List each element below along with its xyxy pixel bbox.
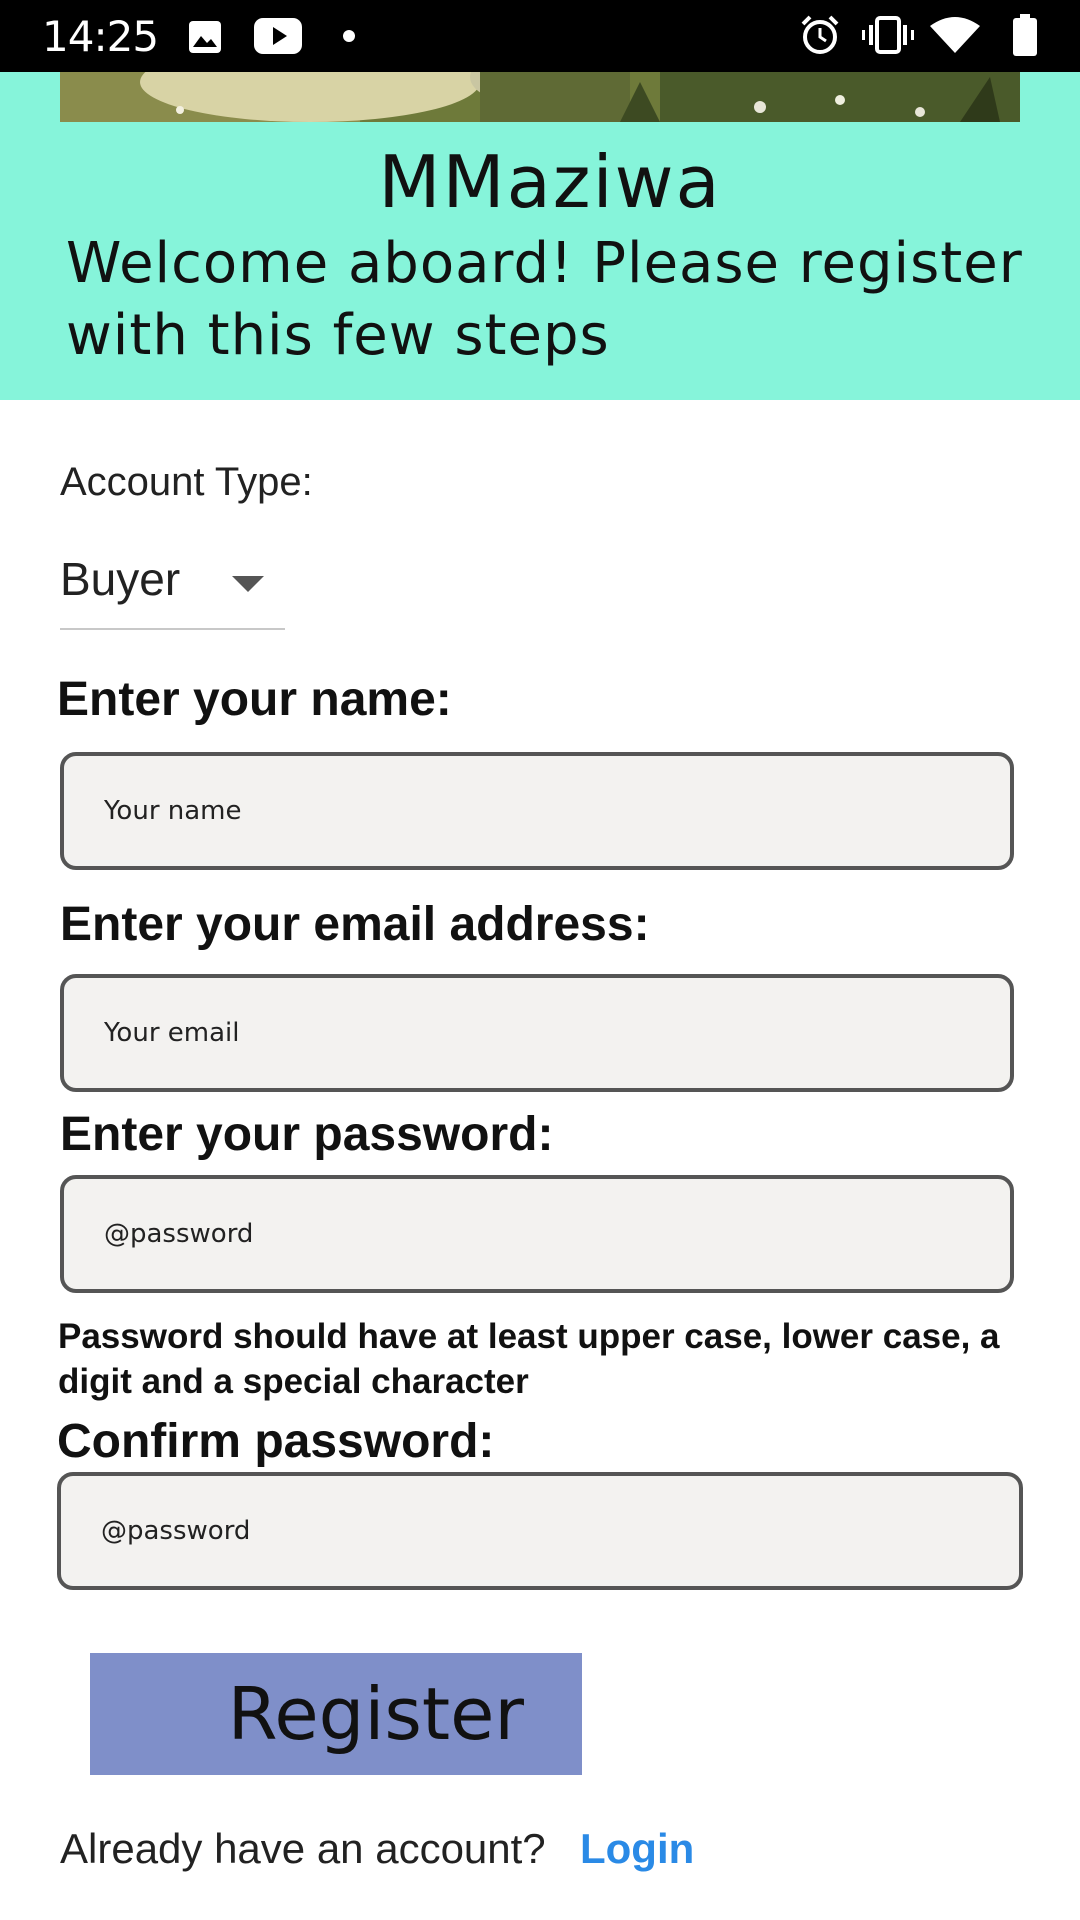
password-label: Enter your password: xyxy=(60,1108,554,1161)
account-type-label: Account Type: xyxy=(60,460,313,504)
name-field-box xyxy=(60,752,1014,870)
confirm-password-field-box xyxy=(57,1472,1023,1590)
status-time: 14:25 xyxy=(42,12,159,61)
confirm-password-input[interactable] xyxy=(101,1476,961,1586)
banner-image xyxy=(60,72,1020,122)
account-type-selected: Buyer xyxy=(60,553,181,605)
dot-icon xyxy=(343,30,355,42)
already-have-account-text: Already have an account? xyxy=(60,1825,546,1872)
email-label: Enter your email address: xyxy=(60,898,650,951)
app-title: MMaziwa xyxy=(378,140,722,224)
youtube-icon xyxy=(254,18,302,54)
image-icon xyxy=(189,21,221,53)
register-button[interactable]: Register xyxy=(90,1653,582,1775)
password-input[interactable] xyxy=(104,1179,964,1289)
email-field-box xyxy=(60,974,1014,1092)
name-label: Enter your name: xyxy=(57,673,452,726)
confirm-password-label: Confirm password: xyxy=(57,1415,495,1468)
email-input[interactable] xyxy=(104,978,964,1088)
password-field-box xyxy=(60,1175,1014,1293)
name-input[interactable] xyxy=(104,756,964,866)
wifi-icon xyxy=(930,17,980,53)
vibrate-icon xyxy=(862,16,914,54)
alarm-icon xyxy=(801,15,839,54)
status-bar: 14:25 xyxy=(0,0,1080,72)
welcome-text: Welcome aboard! Please register with thi… xyxy=(66,231,1023,368)
login-link[interactable]: Login xyxy=(580,1825,694,1873)
battery-icon xyxy=(1013,14,1037,56)
password-hint: Password should have at least upper case… xyxy=(58,1317,1000,1401)
caret-down-icon xyxy=(232,576,264,592)
account-type-dropdown[interactable]: Buyer xyxy=(60,540,285,630)
